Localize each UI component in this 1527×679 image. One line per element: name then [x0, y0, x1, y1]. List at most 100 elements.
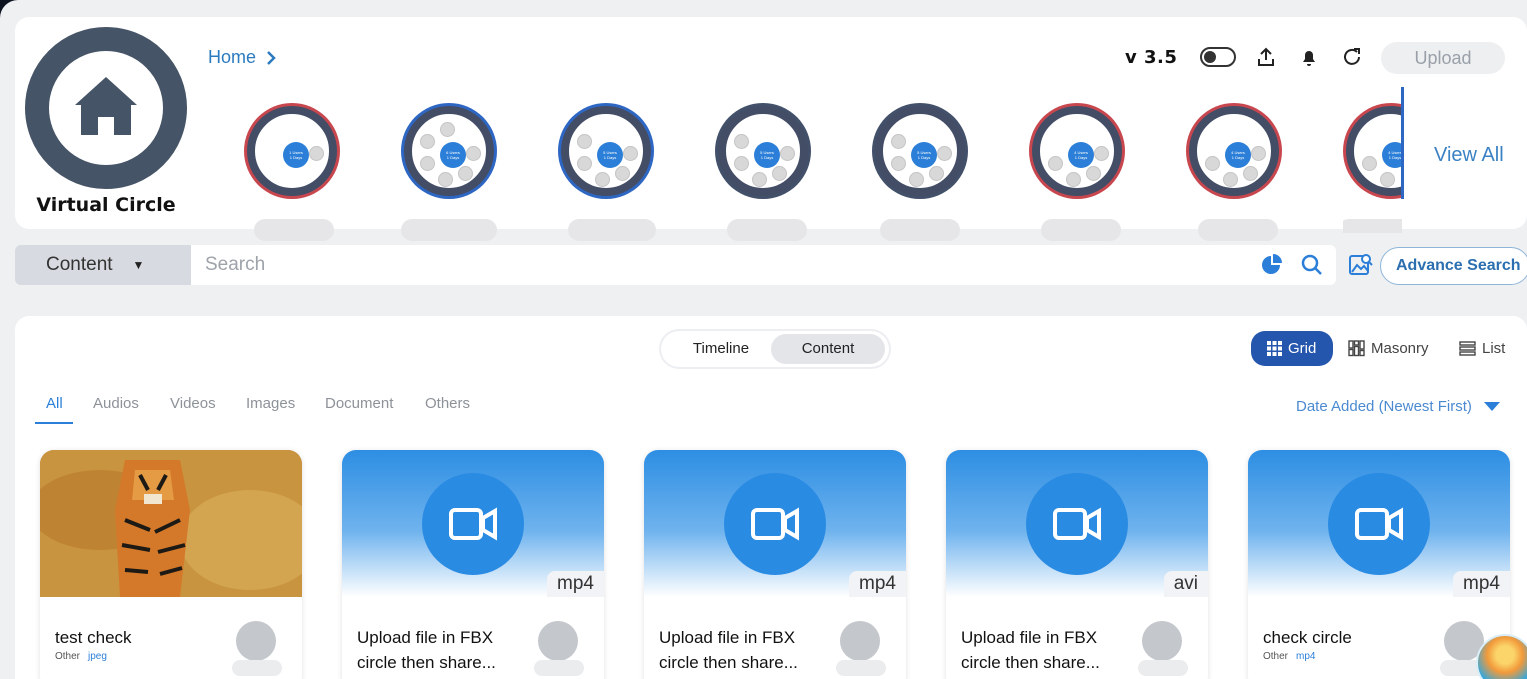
content-card[interactable]: mp4 Upload file in FBX circle then share…: [342, 450, 604, 679]
layout-grid-label: Grid: [1288, 340, 1317, 357]
list-icon: [1459, 341, 1476, 356]
member-avatar: [1086, 166, 1101, 181]
tab-document[interactable]: Document: [325, 395, 393, 412]
content-card[interactable]: mp4 Upload file in FBX circle then share…: [644, 450, 906, 679]
share-icon[interactable]: [1255, 46, 1277, 68]
content-card[interactable]: mp4 check circle Other mp4: [1248, 450, 1510, 679]
video-camera-icon: [1355, 507, 1403, 541]
member-avatar: [420, 134, 435, 149]
tab-audios[interactable]: Audios: [93, 395, 139, 412]
brand-logo[interactable]: [25, 27, 187, 189]
card-thumbnail: mp4: [1248, 450, 1510, 597]
chevron-down-icon: ▼: [132, 258, 145, 272]
video-camera-icon: [751, 507, 799, 541]
member-avatar: [595, 172, 610, 187]
content-card[interactable]: avi Upload file in FBX circle then share…: [946, 450, 1208, 679]
card-type: Other: [55, 651, 81, 662]
layout-list-label: List: [1482, 340, 1506, 357]
member-avatar: [937, 146, 952, 161]
circle-label-placeholder: [1198, 219, 1278, 241]
search-icon[interactable]: [1301, 254, 1323, 276]
layout-masonry-button[interactable]: Masonry: [1348, 340, 1429, 357]
owner-name-placeholder: [232, 660, 282, 676]
member-avatar: [772, 166, 787, 181]
member-avatar: [438, 172, 453, 187]
tab-all[interactable]: All: [46, 395, 63, 412]
owner-name-placeholder: [836, 660, 886, 676]
version-label: v 3.5: [1125, 47, 1178, 68]
search-scope-dropdown[interactable]: Content ▼: [15, 245, 191, 285]
video-badge: [1328, 473, 1430, 575]
grid-icon: [1267, 341, 1282, 356]
video-badge: [1026, 473, 1128, 575]
pie-chart-icon[interactable]: [1260, 254, 1282, 276]
view-all-link[interactable]: View All: [1434, 144, 1504, 167]
strip-divider: [1401, 87, 1404, 199]
layout-list-button[interactable]: List: [1459, 340, 1505, 357]
card-meta: Other mp4: [1263, 651, 1315, 662]
tab-content[interactable]: Content: [771, 334, 885, 364]
circle-center: 4 Users 1 Days: [1225, 142, 1251, 168]
circle-center: 4 Users 1 Days: [1382, 142, 1402, 168]
owner-name-placeholder: [1138, 660, 1188, 676]
member-avatar: [734, 134, 749, 149]
member-avatar: [1066, 172, 1081, 187]
file-type-tag: mp4: [1453, 571, 1510, 597]
breadcrumb-home[interactable]: Home: [208, 47, 256, 68]
circle-ring: 4 Users 1 Days: [1029, 103, 1125, 199]
circle-label-placeholder: [880, 219, 960, 241]
tab-videos[interactable]: Videos: [170, 395, 216, 412]
circle-label-placeholder: [254, 219, 334, 241]
member-avatar: [309, 146, 324, 161]
layout-grid-button[interactable]: Grid: [1251, 331, 1333, 366]
upload-button[interactable]: Upload: [1381, 42, 1505, 74]
image-search-icon[interactable]: [1348, 252, 1374, 278]
circle-center: 5 Users 1 Days: [754, 142, 780, 168]
video-badge: [724, 473, 826, 575]
bell-icon[interactable]: [1298, 46, 1320, 68]
circle-center: 4 Users 1 Days: [1068, 142, 1094, 168]
search-input[interactable]: [205, 253, 1225, 277]
circle-ring: 5 Users 1 Days: [558, 103, 654, 199]
member-avatar: [466, 146, 481, 161]
advance-search-button[interactable]: Advance Search: [1380, 247, 1527, 285]
refresh-icon[interactable]: [1341, 46, 1363, 68]
card-title: Upload file in FBX circle then share...: [659, 628, 798, 672]
video-camera-icon: [1053, 507, 1101, 541]
owner-avatar: [538, 621, 578, 661]
member-avatar: [891, 156, 906, 171]
member-avatar: [1362, 156, 1377, 171]
member-avatar: [929, 166, 944, 181]
member-avatar: [440, 122, 455, 137]
card-type: Other: [1263, 651, 1289, 662]
card-title: Upload file in FBX circle then share...: [961, 628, 1100, 672]
circle-center: 1 Users 1 Days: [283, 142, 309, 168]
tab-others[interactable]: Others: [425, 395, 470, 412]
owner-avatar: [1142, 621, 1182, 661]
member-avatar: [1205, 156, 1220, 171]
owner-avatar: [236, 621, 276, 661]
active-tab-indicator: [35, 422, 73, 424]
search-box: [191, 245, 1336, 285]
content-card[interactable]: test check Other jpeg: [40, 450, 302, 679]
card-title: Upload file in FBX circle then share...: [357, 628, 496, 672]
breadcrumb: Home: [208, 47, 276, 68]
card-thumbnail: mp4: [342, 450, 604, 597]
tab-images[interactable]: Images: [246, 395, 295, 412]
content-panel: Timeline Content Grid Masonry List All A…: [15, 316, 1527, 679]
card-extension: mp4: [1296, 651, 1316, 662]
circle-ring: 6 Users 1 Days: [401, 103, 497, 199]
member-avatar: [752, 172, 767, 187]
circle-ring: 4 Users 1 Days: [1186, 103, 1282, 199]
circle-label-placeholder: [727, 219, 807, 241]
tab-timeline[interactable]: Timeline: [671, 334, 771, 364]
owner-avatar: [840, 621, 880, 661]
circle-center: 6 Users 1 Days: [440, 142, 466, 168]
theme-toggle[interactable]: [1200, 47, 1236, 67]
app-frame: Virtual Circle Home v 3.5 Upload 1 Users…: [0, 0, 1527, 679]
file-type-tag: mp4: [547, 571, 604, 597]
member-avatar: [891, 134, 906, 149]
circle-center: 5 Users 1 Days: [911, 142, 937, 168]
member-avatar: [780, 146, 795, 161]
sort-dropdown[interactable]: Date Added (Newest First): [1296, 398, 1500, 415]
